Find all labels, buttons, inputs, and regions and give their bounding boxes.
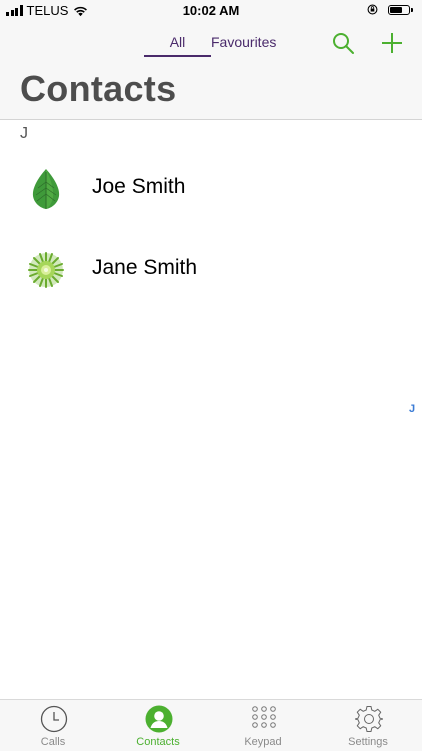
leaf-avatar: [26, 168, 66, 210]
gear-icon: [355, 705, 383, 733]
page-title: Contacts: [20, 68, 176, 110]
plus-icon[interactable]: [378, 29, 406, 57]
keypad-icon: [250, 705, 278, 733]
contact-name: Joe Smith: [92, 175, 185, 199]
person-icon: [145, 705, 173, 733]
tab-contacts[interactable]: Contacts: [105, 700, 211, 751]
rotation-lock-icon: [367, 4, 378, 15]
status-bar: TELUS 10:02 AM: [0, 0, 422, 22]
section-header-letter: J: [20, 125, 28, 143]
contact-name: Jane Smith: [92, 256, 197, 280]
tab-calls[interactable]: Calls: [0, 700, 106, 751]
flower-avatar: [26, 249, 66, 291]
segment-favourites[interactable]: Favourites: [211, 34, 291, 58]
tab-label: Settings: [315, 736, 421, 748]
tab-label: Contacts: [105, 736, 211, 748]
tab-settings[interactable]: Settings: [315, 700, 421, 751]
segment-selected-indicator: [144, 55, 211, 57]
tab-bar: Calls Contacts Keypad Settings: [0, 699, 422, 751]
tab-label: Calls: [0, 736, 106, 748]
contact-row[interactable]: Joe Smith: [0, 154, 400, 224]
status-right: [367, 4, 410, 15]
contact-row[interactable]: Jane Smith: [0, 235, 400, 305]
clock-icon: [40, 705, 68, 733]
tab-keypad[interactable]: Keypad: [210, 700, 316, 751]
status-time: 10:02 AM: [0, 3, 422, 18]
tab-label: Keypad: [210, 736, 316, 748]
battery-icon: [388, 5, 410, 15]
section-index-letter[interactable]: J: [409, 403, 415, 415]
navigation-header: All Favourites Contacts: [0, 22, 422, 120]
search-icon[interactable]: [330, 30, 356, 56]
